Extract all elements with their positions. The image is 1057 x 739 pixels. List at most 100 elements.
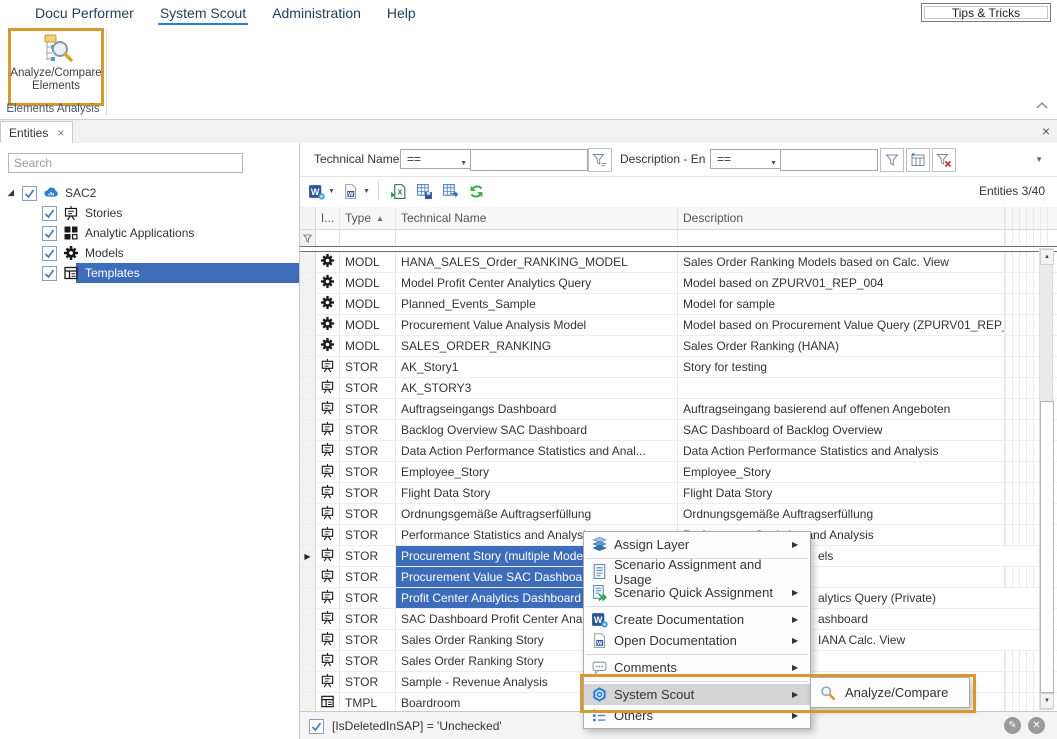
type-cell[interactable]: STOR xyxy=(340,357,396,377)
type-cell[interactable]: STOR xyxy=(340,504,396,524)
technical-name-cell[interactable]: Model Profit Center Analytics Query xyxy=(396,273,678,293)
menu-docu-performer[interactable]: Docu Performer xyxy=(22,0,147,26)
type-cell[interactable]: STOR xyxy=(340,399,396,419)
type-cell[interactable]: STOR xyxy=(340,378,396,398)
description-cell[interactable]: Ordnungsgemäße Auftragserfüllung xyxy=(678,504,1005,524)
type-cell[interactable]: MODL xyxy=(340,315,396,335)
scroll-down-icon[interactable]: ▼ xyxy=(1040,693,1054,709)
menu-item-system-scout[interactable]: System Scout▶ xyxy=(584,684,810,705)
technical-name-filter-input[interactable] xyxy=(470,149,588,171)
technical-name-operator-select[interactable]: ==▼ xyxy=(400,149,472,169)
table-row[interactable]: STOROrdnungsgemäße AuftragserfüllungOrdn… xyxy=(300,504,1057,525)
technical-name-cell[interactable]: AK_STORY3 xyxy=(396,378,678,398)
checkbox[interactable] xyxy=(42,246,57,261)
type-cell[interactable]: STOR xyxy=(340,483,396,503)
type-cell[interactable]: STOR xyxy=(340,462,396,482)
panel-close-icon[interactable]: × xyxy=(1042,123,1050,139)
type-cell[interactable]: STOR xyxy=(340,546,396,566)
scroll-up-icon[interactable]: ▲ xyxy=(1040,249,1054,265)
technical-name-cell[interactable]: Backlog Overview SAC Dashboard xyxy=(396,420,678,440)
menu-item-scenario-assignment-and-usage[interactable]: Scenario Assignment and Usage xyxy=(584,561,810,582)
description-cell[interactable]: Model for sample xyxy=(678,294,1005,314)
type-cell[interactable]: STOR xyxy=(340,525,396,545)
filter-edit-button[interactable] xyxy=(588,148,612,172)
table-row[interactable]: STORFlight Data StoryFlight Data Story xyxy=(300,483,1057,504)
type-cell[interactable]: MODL xyxy=(340,252,396,272)
table-row[interactable]: STORAK_Story1Story for testing xyxy=(300,357,1057,378)
filterbar-dropdown-icon[interactable]: ▼ xyxy=(1035,155,1043,164)
table-row[interactable]: STORData Action Performance Statistics a… xyxy=(300,441,1057,462)
technical-name-cell[interactable]: Procurement Value Analysis Model xyxy=(396,315,678,335)
description-filter-input[interactable] xyxy=(780,149,878,171)
type-cell[interactable]: MODL xyxy=(340,273,396,293)
type-cell[interactable]: STOR xyxy=(340,609,396,629)
type-cell[interactable]: STOR xyxy=(340,441,396,461)
ribbon-collapse-chevron-icon[interactable] xyxy=(1035,100,1049,112)
technical-name-cell[interactable]: SALES_ORDER_RANKING xyxy=(396,336,678,356)
chevron-down-icon[interactable]: ▼ xyxy=(363,188,370,195)
table-row[interactable]: STORAuftragseingangs DashboardAuftragsei… xyxy=(300,399,1057,420)
checkbox[interactable] xyxy=(42,266,57,281)
type-column-header[interactable]: Type▲ xyxy=(340,207,396,229)
type-cell[interactable]: STOR xyxy=(340,588,396,608)
description-cell[interactable]: Employee_Story xyxy=(678,462,1005,482)
clear-filter-button[interactable] xyxy=(932,148,956,172)
tree-item-templates[interactable]: Templates xyxy=(0,263,299,283)
scrollbar-thumb[interactable] xyxy=(1040,401,1054,693)
description-cell[interactable]: SAC Dashboard of Backlog Overview xyxy=(678,420,1005,440)
description-cell[interactable]: Story for testing xyxy=(678,357,1005,377)
type-cell[interactable]: TMPL xyxy=(340,693,396,713)
menu-item-assign-layer[interactable]: Assign Layer▶ xyxy=(584,534,810,555)
menu-item-open-documentation[interactable]: WOpen Documentation▶ xyxy=(584,630,810,651)
tab-entities[interactable]: Entities × xyxy=(0,121,73,144)
table-row[interactable]: STORBacklog Overview SAC DashboardSAC Da… xyxy=(300,420,1057,441)
description-operator-select[interactable]: ==▼ xyxy=(710,149,782,169)
technical-name-cell[interactable]: Auftragseingangs Dashboard xyxy=(396,399,678,419)
technical-name-cell[interactable]: Planned_Events_Sample xyxy=(396,294,678,314)
tips-tricks-button[interactable]: Tips & Tricks xyxy=(921,3,1051,22)
export-excel-button[interactable]: X xyxy=(389,181,409,201)
technical-name-cell[interactable]: Data Action Performance Statistics and A… xyxy=(396,441,678,461)
icon-column-header[interactable]: I... xyxy=(316,207,340,229)
type-cell[interactable]: STOR xyxy=(340,567,396,587)
refresh-button[interactable] xyxy=(467,181,487,201)
table-row[interactable]: MODLSALES_ORDER_RANKINGSales Order Ranki… xyxy=(300,336,1057,357)
description-cell[interactable]: Sales Order Ranking Models based on Calc… xyxy=(678,252,1005,272)
description-column-header[interactable]: Description xyxy=(678,207,1005,229)
checkbox[interactable] xyxy=(42,206,57,221)
menu-administration[interactable]: Administration xyxy=(259,0,374,26)
menu-item-create-documentation[interactable]: WCreate Documentation▶ xyxy=(584,609,810,630)
save-grid-button[interactable] xyxy=(415,181,435,201)
edit-filter-pencil-icon[interactable]: ✎ xyxy=(1004,717,1021,734)
technical-name-column-header[interactable]: Technical Name xyxy=(396,207,678,229)
filter-enabled-checkbox[interactable] xyxy=(309,719,324,734)
table-row[interactable]: MODLHANA_SALES_Order_RANKING_MODELSales … xyxy=(300,252,1057,273)
apply-filter-button[interactable] xyxy=(880,148,904,172)
table-row[interactable]: STORAK_STORY3 xyxy=(300,378,1057,399)
menu-system-scout[interactable]: System Scout xyxy=(147,0,259,26)
description-cell[interactable]: Model based on Procurement Value Query (… xyxy=(678,315,1005,335)
technical-name-cell[interactable]: Employee_Story xyxy=(396,462,678,482)
technical-name-cell[interactable]: Flight Data Story xyxy=(396,483,678,503)
table-row[interactable]: MODLProcurement Value Analysis ModelMode… xyxy=(300,315,1057,336)
type-cell[interactable]: STOR xyxy=(340,630,396,650)
description-cell[interactable]: Flight Data Story xyxy=(678,483,1005,503)
chevron-down-icon[interactable]: ▼ xyxy=(328,188,335,195)
table-row[interactable]: STOREmployee_StoryEmployee_Story xyxy=(300,462,1057,483)
table-row[interactable]: MODLPlanned_Events_SampleModel for sampl… xyxy=(300,294,1057,315)
type-cell[interactable]: MODL xyxy=(340,294,396,314)
tree-item-stories[interactable]: Stories xyxy=(0,203,299,223)
copy-grid-button[interactable] xyxy=(441,181,461,201)
column-chooser-button[interactable] xyxy=(906,148,930,172)
checkbox[interactable] xyxy=(22,186,37,201)
menu-help[interactable]: Help xyxy=(374,0,429,26)
type-cell[interactable]: MODL xyxy=(340,336,396,356)
description-cell[interactable]: Data Action Performance Statistics and A… xyxy=(678,441,1005,461)
type-cell[interactable]: STOR xyxy=(340,420,396,440)
technical-name-cell[interactable]: AK_Story1 xyxy=(396,357,678,377)
menu-item-others[interactable]: Others▶ xyxy=(584,705,810,726)
analyze-compare-elements-button[interactable]: Analyze/Compare Elements xyxy=(8,28,104,106)
search-input[interactable] xyxy=(8,153,243,173)
description-cell[interactable]: Sales Order Ranking (HANA) xyxy=(678,336,1005,356)
grid-filter-row[interactable] xyxy=(300,230,1057,246)
